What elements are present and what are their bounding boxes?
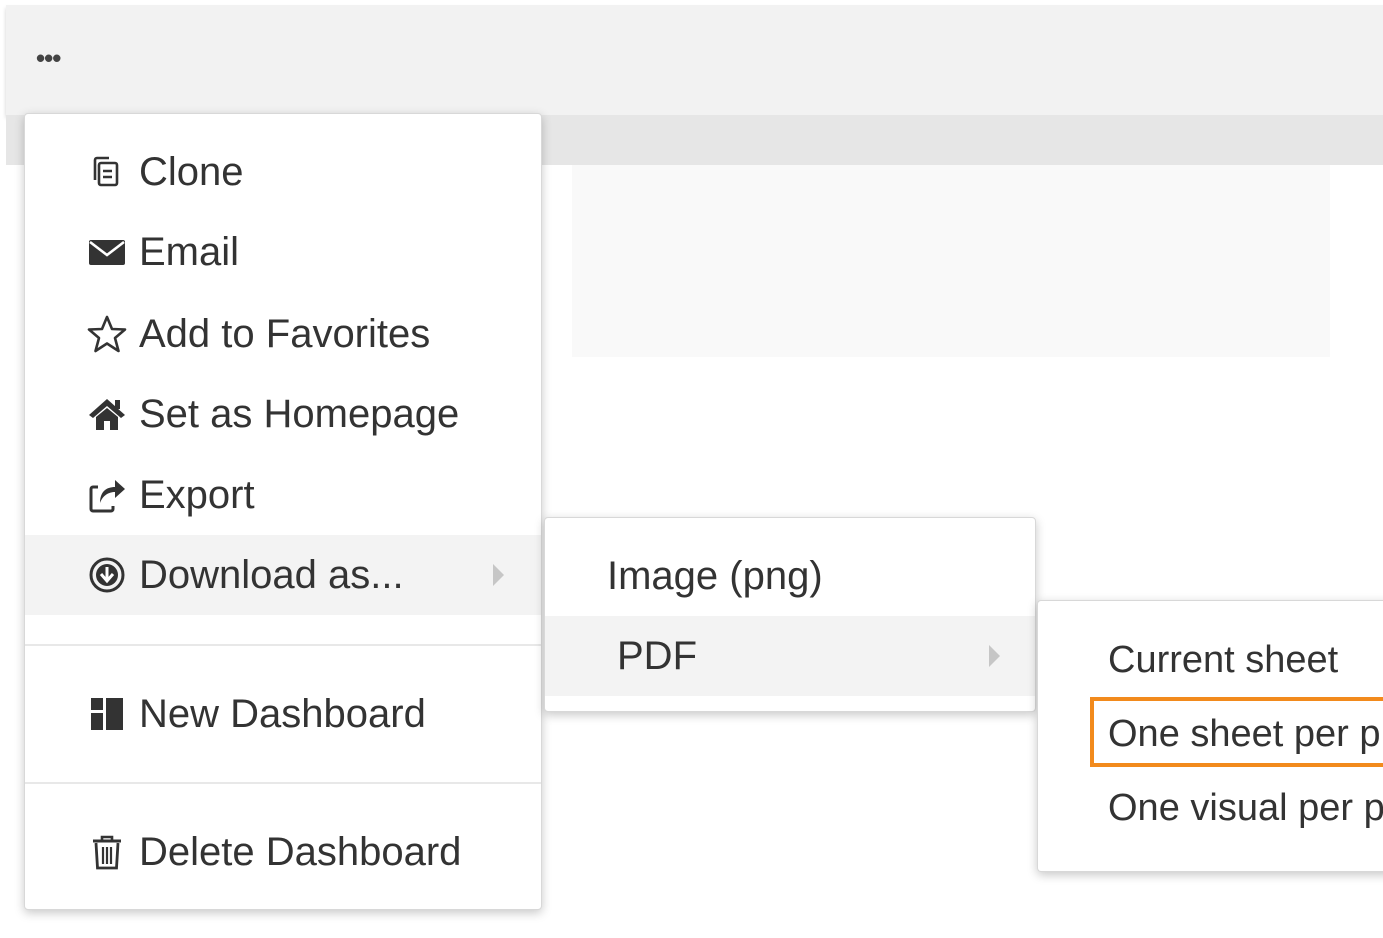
- export-icon: [85, 473, 129, 517]
- menu-item-export[interactable]: Export: [25, 455, 541, 535]
- envelope-icon: [85, 230, 129, 274]
- submenu-item-pdf[interactable]: PDF: [545, 616, 1035, 696]
- submenu-item-label: PDF: [617, 633, 697, 678]
- menu-item-add-to-favorites[interactable]: Add to Favorites: [25, 294, 541, 374]
- submenu-item-label: Image (png): [607, 553, 823, 598]
- trash-icon: [85, 830, 129, 874]
- menu-item-label: Email: [139, 229, 240, 274]
- more-options-button[interactable]: •••: [36, 43, 76, 83]
- download-icon: [85, 553, 129, 597]
- menu-item-label: Export: [139, 472, 255, 517]
- menu-item-label: New Dashboard: [139, 691, 426, 736]
- menu-item-label: Set as Homepage: [139, 391, 460, 436]
- menu-divider: [25, 644, 541, 646]
- submenu-caret-icon: [989, 645, 1000, 667]
- menu-item-delete-dashboard[interactable]: Delete Dashboard: [25, 812, 541, 892]
- dashboard-toolbar: •••: [6, 5, 1383, 115]
- menu-item-set-as-homepage[interactable]: Set as Homepage: [25, 374, 541, 454]
- dashboard-icon: [85, 692, 129, 736]
- pdf-option-one-sheet-per-page[interactable]: One sheet per p: [1108, 713, 1381, 756]
- menu-item-label: Add to Favorites: [139, 311, 431, 356]
- menu-item-label: Clone: [139, 149, 244, 194]
- dashboard-content-area: [572, 165, 1330, 357]
- menu-item-email[interactable]: Email: [25, 212, 541, 292]
- download-as-submenu: Image (png) PDF: [544, 517, 1036, 712]
- pdf-option-current-sheet[interactable]: Current sheet: [1108, 639, 1338, 682]
- menu-item-label: Delete Dashboard: [139, 829, 462, 874]
- menu-item-new-dashboard[interactable]: New Dashboard: [25, 674, 541, 754]
- pdf-option-one-visual-per-page[interactable]: One visual per p: [1108, 787, 1383, 830]
- pdf-options-submenu: Current sheet One sheet per p One visual…: [1037, 600, 1383, 872]
- clone-icon: [85, 150, 129, 194]
- dashboard-actions-menu: Clone Email Add to Favorites Set as Home…: [24, 113, 542, 910]
- menu-item-download-as[interactable]: Download as...: [25, 535, 541, 615]
- submenu-caret-icon: [493, 564, 504, 586]
- submenu-item-image-png[interactable]: Image (png): [545, 536, 1035, 616]
- menu-item-label: Download as...: [139, 552, 404, 597]
- menu-divider: [25, 782, 541, 784]
- home-icon: [85, 392, 129, 436]
- star-icon: [85, 312, 129, 356]
- menu-item-clone[interactable]: Clone: [25, 132, 541, 212]
